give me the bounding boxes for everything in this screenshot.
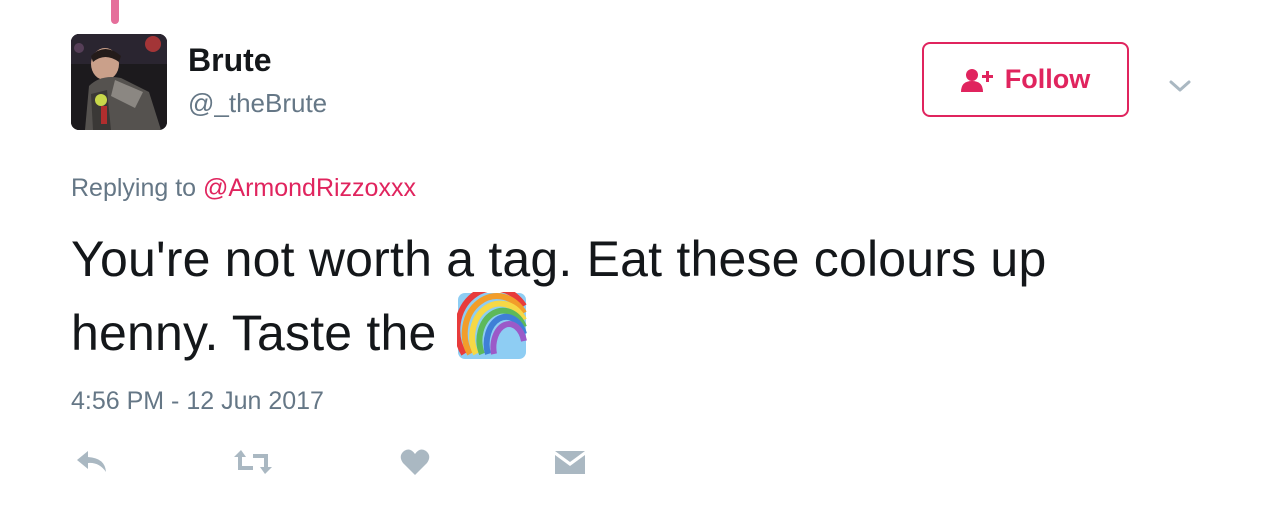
author-screen-name[interactable]: @_theBrute [188,88,327,118]
avatar[interactable] [71,34,167,130]
author-display-name[interactable]: Brute [188,41,272,79]
envelope-icon [555,451,585,474]
thread-connector-line [111,0,119,24]
add-user-icon [960,68,995,92]
reply-icon [77,451,106,472]
tweet-body: You're not worth a tag. Eat these colour… [71,231,1047,361]
tweet-text: You're not worth a tag. Eat these colour… [71,226,1191,366]
retweet-button[interactable] [233,444,273,480]
reply-context: Replying to @ArmondRizzoxxx [71,173,416,203]
reply-button[interactable] [72,444,112,480]
retweet-icon [234,450,272,474]
reply-context-prefix: Replying to [71,174,197,202]
follow-button-label: Follow [1004,64,1091,94]
rainbow-emoji-icon [453,285,527,360]
direct-message-button[interactable] [550,444,590,480]
chevron-down-icon [1169,80,1191,92]
heart-icon [400,449,430,475]
mention-link[interactable]: @ArmondRizzoxxx [203,174,416,202]
follow-button[interactable]: Follow [922,42,1129,117]
tweet-timestamp[interactable]: 4:56 PM - 12 Jun 2017 [71,386,324,416]
like-button[interactable] [395,444,435,480]
tweet-menu-caret[interactable] [1166,72,1194,100]
